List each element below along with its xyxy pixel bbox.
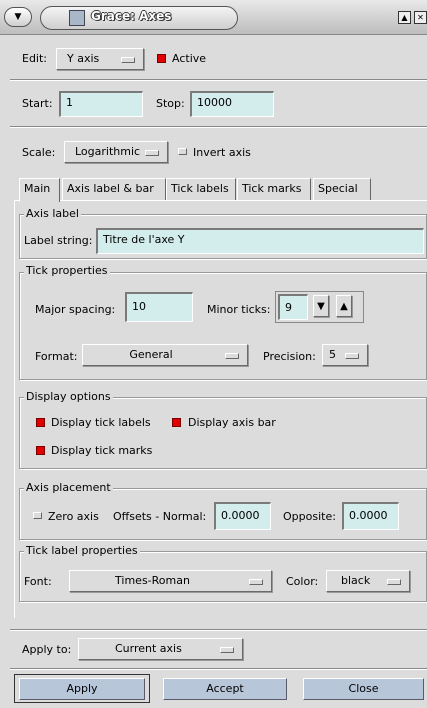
apply-to-select[interactable]: Current axis [78, 638, 243, 660]
display-options-title: Display options [24, 390, 113, 404]
major-spacing-label: Major spacing: [35, 303, 116, 316]
window-app-icon [69, 10, 85, 26]
format-select[interactable]: General [82, 344, 248, 366]
minor-ticks-input[interactable]: 9 [278, 294, 308, 320]
font-select[interactable]: Times-Roman [69, 570, 272, 592]
format-label: Format: [35, 350, 78, 363]
decrement-arrow-icon[interactable]: ▼ [313, 295, 329, 317]
close-button[interactable]: Close [303, 678, 424, 700]
offset-normal-input[interactable]: 0.0000 [214, 502, 271, 530]
tick-properties-title: Tick properties [24, 264, 110, 278]
divider [10, 126, 427, 128]
precision-select[interactable]: 5 [322, 344, 368, 366]
label-string-input[interactable]: Titre de l'axe Y [96, 228, 424, 254]
major-spacing-input[interactable]: 10 [125, 292, 193, 322]
zero-axis-label: Zero axis [48, 510, 99, 523]
axis-placement-title: Axis placement [24, 481, 113, 495]
offset-opposite-input[interactable]: 0.0000 [342, 502, 399, 530]
title-pill[interactable]: Grace: Axes [40, 6, 238, 30]
display-options-frame [19, 397, 427, 469]
option-menu-indicator-icon [345, 353, 359, 359]
font-value: Times-Roman [115, 574, 190, 587]
axis-label-title: Axis label [24, 207, 81, 221]
zero-axis-checkbox[interactable] [33, 512, 42, 519]
color-value: black [341, 574, 371, 587]
divider [10, 629, 427, 631]
display-tick-marks-checkbox[interactable] [36, 446, 45, 455]
chevron-down-icon[interactable]: ▼ [4, 7, 32, 27]
option-menu-indicator-icon [225, 353, 239, 359]
label-string-label: Label string: [24, 234, 93, 247]
tab-axis-label-bar[interactable]: Axis label & bar [62, 178, 166, 200]
edit-axis-select[interactable]: Y axis [56, 48, 144, 70]
offset-opposite-label: Opposite: [283, 510, 336, 523]
stop-input[interactable]: 10000 [190, 91, 274, 117]
title-bar[interactable]: ▼ Grace: Axes ▲ ✕ [0, 0, 427, 35]
edit-axis-value: Y axis [67, 52, 100, 65]
display-tick-labels-checkbox[interactable] [36, 418, 45, 427]
option-menu-indicator-icon [121, 57, 135, 63]
tab-main[interactable]: Main [19, 178, 60, 202]
window-title: Grace: Axes [91, 9, 172, 23]
tab-tick-labels[interactable]: Tick labels [166, 178, 236, 200]
option-menu-indicator-icon [387, 579, 401, 585]
font-label: Font: [24, 575, 52, 588]
color-label: Color: [286, 575, 319, 588]
divider [10, 668, 427, 670]
option-menu-indicator-icon [249, 579, 263, 585]
format-value: General [129, 348, 173, 361]
stop-label: Stop: [156, 97, 185, 110]
display-tick-labels-label: Display tick labels [51, 416, 151, 429]
apply-button[interactable]: Apply [19, 678, 145, 700]
tick-label-properties-title: Tick label properties [24, 544, 140, 558]
option-menu-indicator-icon [220, 647, 234, 653]
display-tick-marks-label: Display tick marks [51, 444, 153, 457]
active-label: Active [172, 52, 207, 65]
invert-axis-checkbox[interactable] [178, 148, 187, 155]
maximize-icon[interactable]: ▲ [398, 11, 411, 24]
invert-axis-label: Invert axis [193, 146, 251, 159]
color-select[interactable]: black [326, 570, 410, 592]
display-axis-bar-checkbox[interactable] [172, 418, 181, 427]
display-axis-bar-label: Display axis bar [188, 416, 276, 429]
tab-tick-marks[interactable]: Tick marks [237, 178, 311, 200]
scale-label: Scale: [22, 146, 56, 159]
close-icon[interactable]: ✕ [414, 11, 427, 24]
tab-special[interactable]: Special [313, 178, 371, 200]
accept-button[interactable]: Accept [163, 678, 287, 700]
increment-arrow-icon[interactable]: ▲ [336, 295, 352, 317]
apply-to-value: Current axis [115, 642, 182, 655]
apply-to-label: Apply to: [22, 643, 72, 656]
minor-ticks-label: Minor ticks: [207, 303, 271, 316]
scale-select[interactable]: Logarithmic [64, 141, 168, 163]
start-input[interactable]: 1 [59, 91, 143, 117]
start-label: Start: [22, 97, 53, 110]
option-menu-indicator-icon [145, 150, 159, 156]
offsets-normal-label: Offsets - Normal: [113, 510, 207, 523]
edit-label: Edit: [22, 52, 48, 65]
precision-value: 5 [329, 348, 336, 361]
divider [10, 79, 427, 81]
active-checkbox[interactable] [157, 54, 166, 63]
scale-value: Logarithmic [75, 145, 141, 158]
precision-label: Precision: [263, 350, 316, 363]
